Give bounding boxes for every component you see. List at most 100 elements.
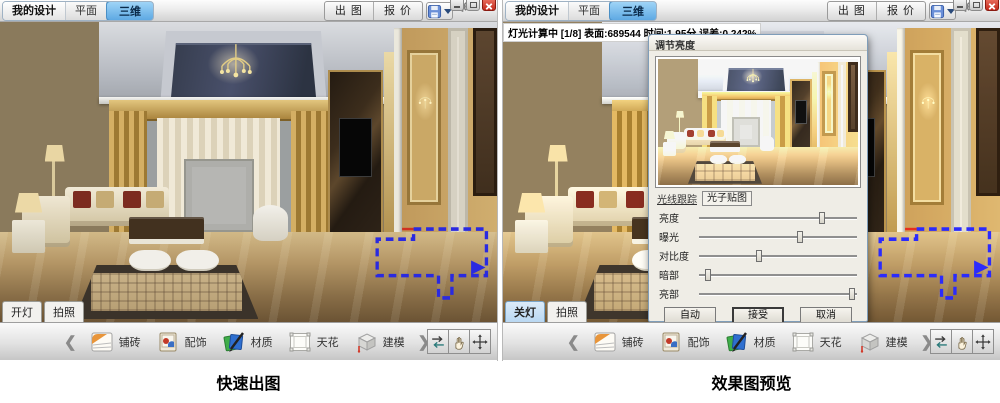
export-button[interactable]: 出 图 — [828, 2, 876, 20]
rendered-room-scene — [658, 59, 858, 185]
area-rug — [688, 161, 762, 184]
close-button[interactable] — [482, 0, 496, 11]
pillow — [73, 191, 91, 209]
orbit-arrows-icon — [933, 334, 949, 350]
toolbar-item-material[interactable]: 材质 — [218, 331, 277, 353]
wall-panel-frame — [822, 71, 836, 136]
brightness-slider[interactable] — [699, 212, 857, 224]
tab-my-design[interactable]: 我的设计 — [506, 2, 569, 20]
slider-thumb[interactable] — [705, 269, 711, 281]
move-button[interactable] — [972, 329, 994, 354]
toolbar-prev-icon[interactable]: ❮ — [565, 333, 582, 351]
tab-light-on[interactable]: 开灯 — [2, 301, 42, 322]
auto-button[interactable]: 自动 — [664, 307, 716, 322]
app-header: 我的设计 平面 三维 出 图 报 价 — [503, 0, 1000, 22]
render-mode-row: 光线跟踪 光子贴图 — [657, 191, 859, 206]
dialog-title: 调节亮度 — [649, 35, 867, 51]
toolbar-item-model[interactable]: 建模 — [853, 331, 912, 353]
exposure-slider[interactable] — [699, 231, 857, 243]
save-button[interactable] — [929, 2, 956, 20]
ceiling-icon — [791, 331, 815, 353]
tab-3d[interactable]: 三维 — [609, 1, 657, 21]
chandelier — [216, 43, 256, 91]
cube-icon — [857, 331, 881, 353]
tab-snapshot[interactable]: 拍照 — [547, 301, 587, 322]
close-button[interactable] — [985, 0, 999, 11]
white-door — [448, 28, 469, 244]
orbit-button[interactable] — [930, 329, 952, 354]
toolbar-item-tile[interactable]: 铺砖 — [589, 331, 648, 353]
render-viewport[interactable]: 灯光计算中 [1/8] 表面:689544 时间:1.95分 误差:0.242%… — [503, 22, 1000, 322]
move-arrows-icon — [975, 334, 991, 350]
move-button[interactable] — [469, 329, 491, 354]
toolbar-label: 建模 — [886, 334, 908, 350]
close-icon — [986, 1, 998, 12]
render-viewport[interactable]: 开灯 拍照 — [0, 22, 497, 322]
main-tabs: 我的设计 平面 三维 — [505, 1, 657, 21]
tile-icon — [593, 331, 617, 353]
tab-plan[interactable]: 平面 — [66, 2, 107, 20]
minimize-icon — [454, 6, 460, 8]
save-icon — [427, 4, 442, 19]
wall-sconce — [418, 84, 432, 121]
minimize-button[interactable] — [450, 0, 464, 11]
tab-snapshot[interactable]: 拍照 — [44, 301, 84, 322]
dark-wood-door — [473, 28, 497, 196]
wall-panel-frame — [910, 50, 944, 206]
orbit-button[interactable] — [427, 329, 449, 354]
rug-pattern — [91, 273, 242, 312]
toolbar-item-decor[interactable]: 配饰 — [655, 331, 714, 353]
restore-button[interactable] — [466, 0, 480, 11]
toolbar-item-ceiling[interactable]: 天花 — [284, 331, 343, 353]
toolbar-item-ceiling[interactable]: 天花 — [787, 331, 846, 353]
quote-button[interactable]: 报 价 — [373, 2, 422, 20]
floor-lamp-shade — [548, 145, 568, 162]
pillow — [599, 191, 617, 209]
chandelier — [745, 68, 761, 88]
tab-light-off[interactable]: 关灯 — [505, 301, 545, 322]
tab-my-design[interactable]: 我的设计 — [3, 2, 66, 20]
tab-plan[interactable]: 平面 — [569, 2, 610, 20]
export-button[interactable]: 出 图 — [325, 2, 373, 20]
view-mode-tabs: 关灯 拍照 — [505, 301, 589, 322]
pan-button[interactable] — [448, 329, 470, 354]
toolbar-label: 天花 — [820, 334, 842, 350]
toolbar-item-model[interactable]: 建模 — [350, 331, 409, 353]
toolbar-item-tile[interactable]: 铺砖 — [86, 331, 145, 353]
slider-thumb[interactable] — [797, 231, 803, 243]
shadows-slider[interactable] — [699, 269, 857, 281]
toolbar-prev-icon[interactable]: ❮ — [62, 333, 79, 351]
highlights-slider[interactable] — [699, 288, 857, 300]
toolbar-item-material[interactable]: 材质 — [721, 331, 780, 353]
close-icon — [483, 1, 495, 12]
gold-trim — [887, 52, 897, 238]
accept-button[interactable]: 接受 — [732, 307, 784, 322]
minimize-button[interactable] — [953, 0, 967, 11]
raytrace-mode-link[interactable]: 光线跟踪 — [657, 191, 697, 206]
selection-outline — [377, 229, 486, 298]
render-preview-image — [655, 56, 861, 188]
cancel-button[interactable]: 取消 — [800, 307, 852, 322]
slider-thumb[interactable] — [819, 212, 825, 224]
toolbar-item-decor[interactable]: 配饰 — [152, 331, 211, 353]
pan-button[interactable] — [951, 329, 973, 354]
pillow — [123, 191, 141, 209]
quote-button[interactable]: 报 价 — [876, 2, 925, 20]
save-button[interactable] — [426, 2, 453, 20]
side-table — [515, 220, 547, 253]
pan-hand-icon — [452, 334, 467, 350]
photon-map-mode-button[interactable]: 光子贴图 — [702, 191, 752, 206]
orbit-arrows-icon — [430, 334, 446, 350]
white-pilaster — [394, 28, 402, 244]
tab-3d[interactable]: 三维 — [106, 1, 154, 21]
main-tabs: 我的设计 平面 三维 — [2, 1, 154, 21]
contrast-slider[interactable] — [699, 250, 857, 262]
slider-row: 曝光 — [659, 227, 857, 246]
area-rug — [75, 265, 259, 319]
slider-thumb[interactable] — [756, 250, 762, 262]
slider-thumb[interactable] — [849, 288, 855, 300]
direction-arrow-icon — [974, 260, 988, 274]
pillow — [687, 130, 694, 137]
ottoman — [176, 250, 218, 271]
restore-button[interactable] — [969, 0, 983, 11]
